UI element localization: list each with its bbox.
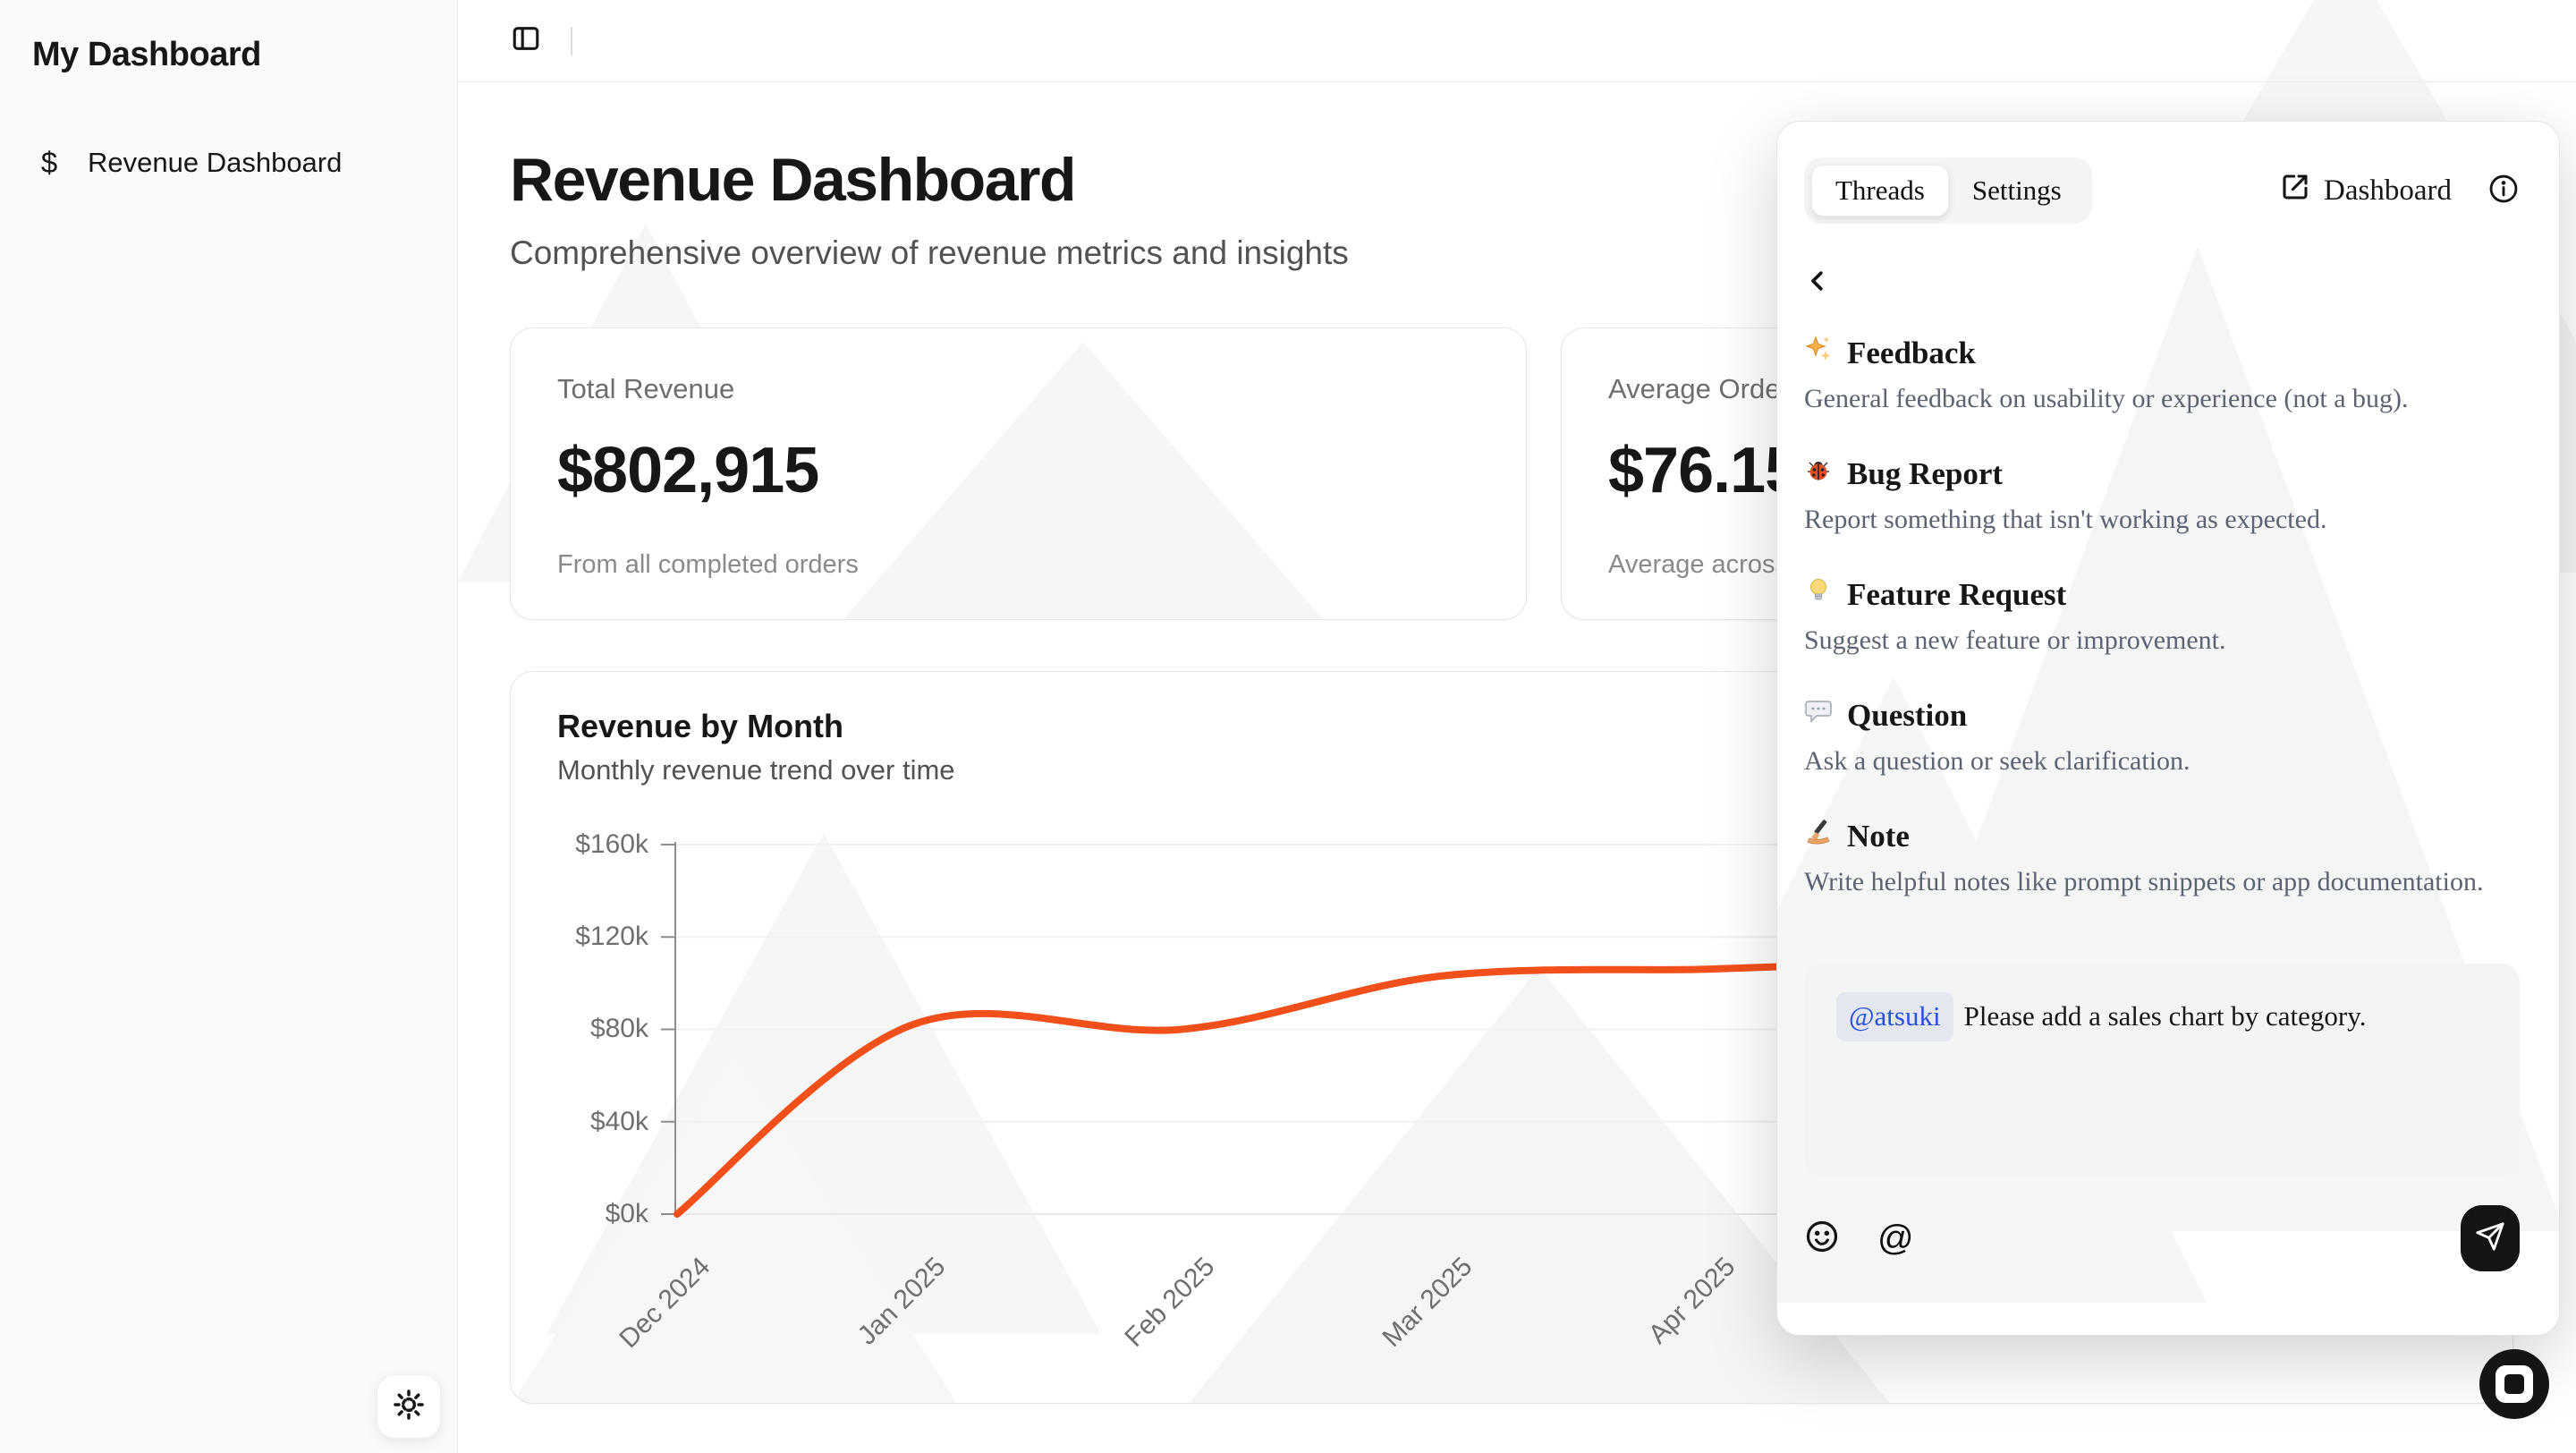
sidebar-item-label: Revenue Dashboard: [88, 147, 342, 179]
info-icon: [2487, 173, 2520, 209]
external-link-icon: [2281, 173, 2309, 209]
topbar: [458, 0, 2576, 82]
category-bug-report[interactable]: Bug Report Report something that isn't w…: [1804, 455, 2520, 535]
category-description: Ask a question or seek clarification.: [1804, 746, 2520, 777]
category-list: Feedback General feedback on usability o…: [1804, 335, 2520, 939]
dollar-icon: $: [34, 146, 64, 180]
sidebar-toggle-button[interactable]: [506, 21, 546, 61]
speech-balloon-icon: [1804, 697, 1833, 734]
theme-toggle-button[interactable]: [377, 1374, 441, 1439]
sun-icon: [392, 1388, 426, 1426]
panel-header: Threads Settings Dashboard: [1804, 157, 2520, 224]
category-title: Bug Report: [1847, 456, 2003, 492]
threads-panel: Threads Settings Dashboard: [1776, 121, 2560, 1336]
panel-left-icon: [511, 23, 541, 58]
category-title: Note: [1847, 819, 1910, 854]
send-button[interactable]: [2461, 1205, 2520, 1271]
stat-caption: From all completed orders: [557, 550, 859, 580]
category-description: Write helpful notes like prompt snippets…: [1804, 867, 2520, 897]
category-question[interactable]: Question Ask a question or seek clarific…: [1804, 697, 2520, 777]
tab-settings[interactable]: Settings: [1949, 166, 2085, 216]
smiley-icon: [1804, 1219, 1840, 1259]
y-axis-tick-label: $0k: [530, 1198, 648, 1230]
sparkles-icon: [1804, 335, 1833, 371]
y-axis-tick-label: $160k: [530, 828, 648, 861]
y-axis-tick-label: $120k: [530, 921, 648, 953]
sidebar: My Dashboard $ Revenue Dashboard: [0, 0, 458, 1453]
panel-tab-bar: Threads Settings: [1804, 157, 2092, 224]
chevron-left-icon: [1804, 268, 1831, 299]
widget-logo-button[interactable]: [2479, 1349, 2549, 1419]
y-axis-tick-label: $80k: [530, 1013, 648, 1045]
y-axis-tick-label: $40k: [530, 1106, 648, 1138]
info-button[interactable]: [2487, 173, 2520, 209]
category-description: General feedback on usability or experie…: [1804, 384, 2520, 414]
category-title: Question: [1847, 698, 1967, 734]
mention-button[interactable]: @: [1877, 1220, 1914, 1256]
chart-title: Revenue by Month: [557, 708, 843, 745]
category-description: Report something that isn't working as e…: [1804, 505, 2520, 535]
chart-subtitle: Monthly revenue trend over time: [557, 754, 955, 786]
dashboard-link-label: Dashboard: [2324, 174, 2452, 208]
sidebar-title: My Dashboard: [0, 0, 457, 74]
tab-threads[interactable]: Threads: [1811, 165, 1949, 217]
logo-icon: [2496, 1365, 2533, 1403]
stat-value: $802,915: [557, 434, 1479, 507]
emoji-button[interactable]: [1804, 1219, 1840, 1259]
topbar-divider: [571, 27, 572, 55]
category-description: Suggest a new feature or improvement.: [1804, 625, 2520, 656]
category-title: Feedback: [1847, 336, 1976, 371]
send-icon: [2475, 1221, 2505, 1256]
composer-toolbar: @: [1804, 1205, 2520, 1271]
category-title: Feature Request: [1847, 577, 2066, 613]
category-feedback[interactable]: Feedback General feedback on usability o…: [1804, 335, 2520, 414]
dashboard-link[interactable]: Dashboard: [2281, 173, 2452, 209]
category-feature-request[interactable]: Feature Request Suggest a new feature or…: [1804, 576, 2520, 656]
lightbulb-icon: [1804, 576, 1833, 613]
stat-label: Total Revenue: [557, 373, 1479, 405]
composer-text: Please add a sales chart by category.: [1964, 1000, 2367, 1032]
sidebar-item-revenue-dashboard[interactable]: $ Revenue Dashboard: [20, 133, 445, 192]
stat-card-total-revenue: Total Revenue $802,915 From all complete…: [510, 327, 1527, 620]
back-button[interactable]: [1804, 263, 1843, 302]
mention-chip[interactable]: @atsuki: [1836, 992, 1953, 1041]
writing-hand-icon: [1804, 818, 1833, 854]
category-note[interactable]: Note Write helpful notes like prompt sni…: [1804, 818, 2520, 897]
ladybug-icon: [1804, 455, 1833, 492]
message-composer[interactable]: @atsuki Please add a sales chart by categ…: [1804, 964, 2520, 1177]
